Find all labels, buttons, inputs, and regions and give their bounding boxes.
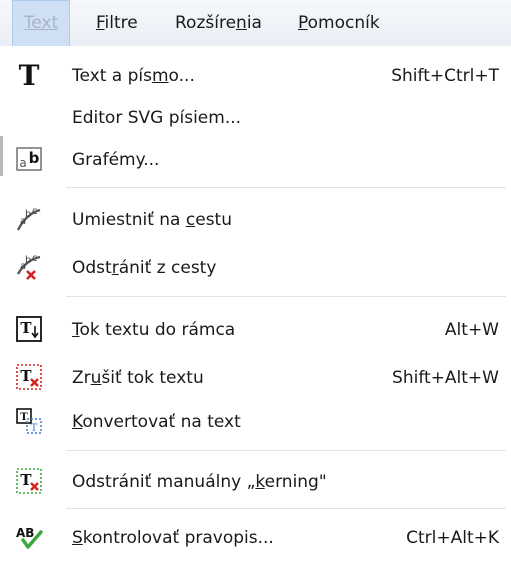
menu-text-label: Text — [23, 13, 59, 33]
menu-separator — [66, 296, 506, 297]
svg-text:b: b — [25, 209, 31, 220]
menu-item-label: Umiestniť na cestu — [72, 210, 232, 230]
svg-text:b: b — [25, 255, 31, 266]
svg-text:AB: AB — [16, 526, 34, 540]
glyphs-icon: a b — [14, 144, 44, 174]
menu-separator — [66, 450, 506, 451]
menu-item-label: Tok textu do rámca — [72, 320, 236, 340]
text-menu-popup: T Text a písmo... Shift+Ctrl+T Editor SV… — [0, 46, 511, 568]
menu-item-label: Text a písmo... — [72, 66, 195, 86]
convert-to-text-icon: T T — [14, 406, 44, 436]
menu-item-put-on-path[interactable]: a b c Umiestniť na cestu — [0, 200, 511, 240]
shortcut-label: Shift+Alt+W — [392, 368, 499, 388]
svg-text:T: T — [20, 471, 32, 489]
menu-item-label: Odstrániť z cesty — [72, 258, 217, 278]
menu-item-spellcheck[interactable]: AB Skontrolovať pravopis... Ctrl+Alt+K — [0, 518, 511, 558]
menu-item-unflow[interactable]: T Zrušiť tok textu Shift+Alt+W — [0, 358, 511, 398]
menu-item-remove-from-path[interactable]: a b c Odstrániť z cesty — [0, 248, 511, 288]
menu-separator — [66, 508, 506, 509]
menu-pomocnik[interactable]: Pomocník — [298, 0, 380, 46]
svg-text:T: T — [31, 423, 38, 434]
shortcut-label: Shift+Ctrl+T — [391, 66, 499, 86]
unflow-icon: T — [14, 362, 44, 392]
svg-text:c: c — [32, 206, 38, 217]
svg-text:T: T — [19, 60, 40, 90]
text-font-icon: T — [14, 60, 44, 90]
remove-kerning-icon: T — [14, 466, 44, 496]
menu-item-label: Zrušiť tok textu — [72, 368, 204, 388]
svg-text:T: T — [20, 367, 32, 385]
menu-rozsirenia-label: Rozšírenia — [175, 13, 262, 33]
menu-rozsirenia[interactable]: Rozšírenia — [175, 0, 262, 46]
menu-item-label: Konvertovať na text — [72, 412, 241, 432]
svg-text:a: a — [19, 156, 26, 170]
menu-item-svg-font-editor[interactable]: Editor SVG písiem... — [0, 98, 511, 138]
menu-item-label: Odstrániť manuálny „kerning" — [72, 472, 327, 492]
flow-into-frame-icon: T — [14, 314, 44, 344]
menu-item-glyphs[interactable]: a b Grafémy... — [0, 140, 511, 180]
menu-filtre[interactable]: Filtre — [96, 0, 138, 46]
menubar: Text Filtre Rozšírenia Pomocník — [0, 0, 511, 46]
menu-separator — [66, 187, 506, 188]
spellcheck-icon: AB — [14, 522, 44, 552]
shortcut-label: Alt+W — [444, 320, 499, 340]
menu-item-flow-into-frame[interactable]: T Tok textu do rámca Alt+W — [0, 310, 511, 350]
svg-text:b: b — [29, 149, 40, 167]
menu-item-remove-manual-kerning[interactable]: T Odstrániť manuálny „kerning" — [0, 462, 511, 502]
menu-item-convert-to-text[interactable]: T T Konvertovať na text — [0, 402, 511, 442]
menu-item-label: Grafémy... — [72, 150, 160, 170]
remove-from-path-icon: a b c — [14, 252, 44, 282]
svg-text:c: c — [32, 253, 38, 264]
put-on-path-icon: a b c — [14, 204, 44, 234]
menu-item-text-and-font[interactable]: T Text a písmo... Shift+Ctrl+T — [0, 56, 511, 96]
shortcut-label: Ctrl+Alt+K — [406, 528, 499, 548]
menu-text[interactable]: Text — [12, 0, 70, 46]
svg-text:T: T — [20, 319, 32, 337]
menu-item-label: Editor SVG písiem... — [72, 108, 242, 128]
menu-item-label: Skontrolovať pravopis... — [72, 528, 274, 548]
